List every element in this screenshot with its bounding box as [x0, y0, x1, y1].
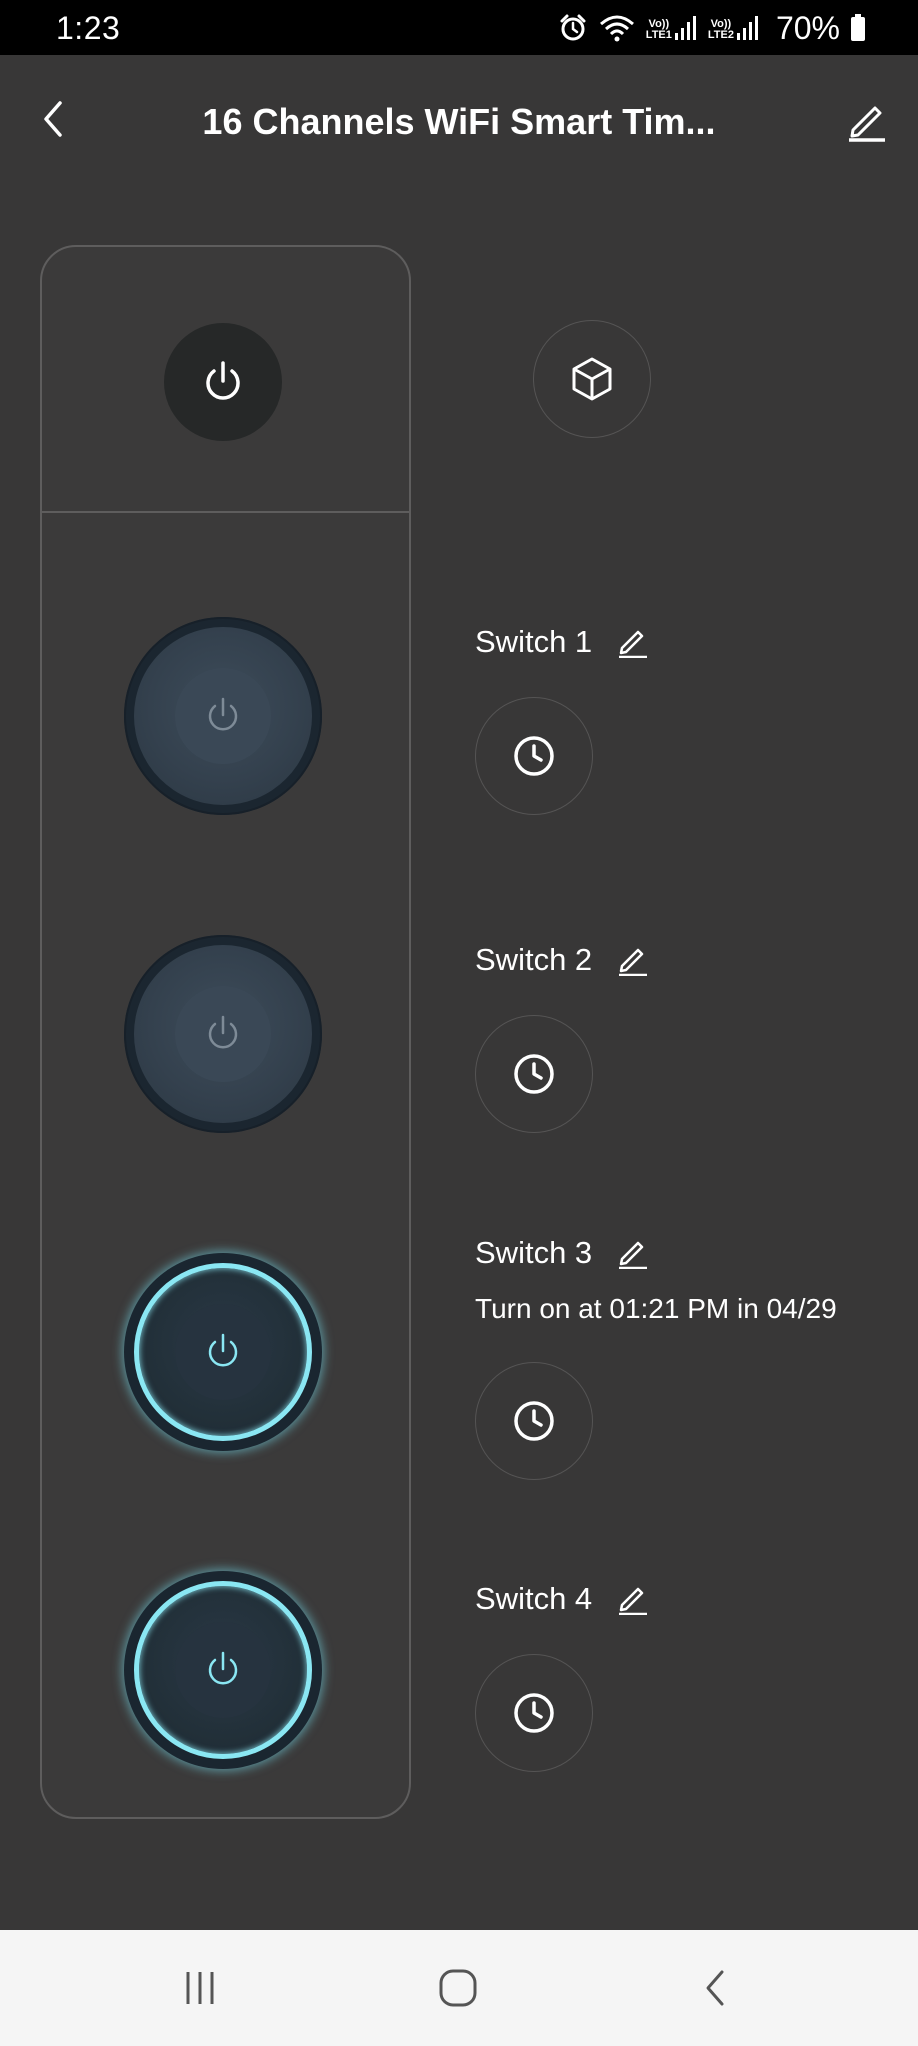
switch-2-edit-button[interactable] — [614, 942, 650, 978]
signal-bars-icon — [736, 16, 758, 40]
switch-4-name: Switch 4 — [475, 1581, 593, 1616]
system-back-button[interactable] — [686, 1958, 746, 2018]
clock-icon — [514, 1054, 554, 1094]
switch-1-knob[interactable] — [124, 617, 322, 815]
power-icon — [208, 697, 238, 731]
wifi-icon — [598, 13, 636, 43]
battery-icon — [850, 14, 866, 42]
signal-bars-icon — [674, 16, 696, 40]
sim1-label: LTE1 — [645, 29, 672, 41]
power-icon — [208, 1015, 238, 1049]
pencil-icon — [619, 1241, 648, 1269]
cube-icon — [572, 357, 612, 401]
header: 16 Channels WiFi Smart Tim... — [0, 55, 918, 195]
panel-divider — [42, 511, 409, 513]
master-power-button[interactable] — [164, 323, 282, 441]
switch-1-edit-button[interactable] — [614, 624, 650, 660]
pencil-icon — [849, 106, 885, 142]
page-title: 16 Channels WiFi Smart Tim... — [202, 101, 716, 142]
power-icon — [208, 1651, 238, 1685]
sim1-signal: Vo)) LTE1 — [646, 15, 698, 41]
alarm-icon — [558, 13, 588, 43]
switch-panel — [40, 245, 411, 1819]
clock-icon — [514, 736, 554, 776]
switch-1-name: Switch 1 — [475, 624, 593, 659]
clock-icon — [514, 1401, 554, 1441]
switch-4-timer-button[interactable] — [475, 1654, 593, 1772]
switch-4-knob[interactable] — [124, 1571, 322, 1769]
switch-3-edit-button[interactable] — [614, 1235, 650, 1271]
power-icon — [208, 1333, 238, 1367]
sim2-signal: Vo)) LTE2 — [708, 15, 760, 41]
status-bar: 1:23 Vo)) LTE1 Vo)) LTE2 70% — [0, 0, 918, 55]
recent-apps-button[interactable] — [170, 1958, 230, 2018]
switch-2-timer-button[interactable] — [475, 1015, 593, 1133]
pencil-icon — [619, 948, 648, 976]
home-icon — [439, 1969, 477, 2007]
battery-percent: 70% — [775, 9, 840, 46]
sim2-label: LTE2 — [707, 29, 734, 41]
switch-2-row: Switch 2 — [475, 940, 650, 980]
status-icons: Vo)) LTE1 Vo)) LTE2 70% — [558, 8, 866, 48]
power-icon — [206, 361, 240, 400]
pencil-icon — [619, 630, 648, 658]
pencil-icon — [619, 1587, 648, 1615]
chevron-left-icon — [44, 101, 62, 137]
chevron-left-icon — [706, 1970, 724, 2006]
switch-3-timer-button[interactable] — [475, 1362, 593, 1480]
switch-3-row: Switch 3 — [475, 1233, 650, 1273]
home-button[interactable] — [428, 1958, 488, 2018]
switch-4-edit-button[interactable] — [614, 1581, 650, 1617]
switch-1-row: Switch 1 — [475, 622, 650, 662]
recent-apps-icon — [186, 1972, 214, 2004]
switch-2-name: Switch 2 — [475, 942, 593, 977]
scene-button[interactable] — [533, 320, 651, 438]
switch-4-row: Switch 4 — [475, 1579, 650, 1619]
status-time: 1:23 — [56, 10, 121, 46]
back-button[interactable] — [28, 93, 80, 145]
system-nav-bar — [0, 1930, 918, 2046]
switch-3-name: Switch 3 — [475, 1235, 593, 1270]
switch-3-knob[interactable] — [124, 1253, 322, 1451]
clock-icon — [514, 1693, 554, 1733]
switch-3-schedule-text: Turn on at 01:21 PM in 04/29 — [475, 1293, 837, 1324]
switch-2-knob[interactable] — [124, 935, 322, 1133]
edit-device-button[interactable] — [840, 95, 892, 147]
switch-1-timer-button[interactable] — [475, 697, 593, 815]
